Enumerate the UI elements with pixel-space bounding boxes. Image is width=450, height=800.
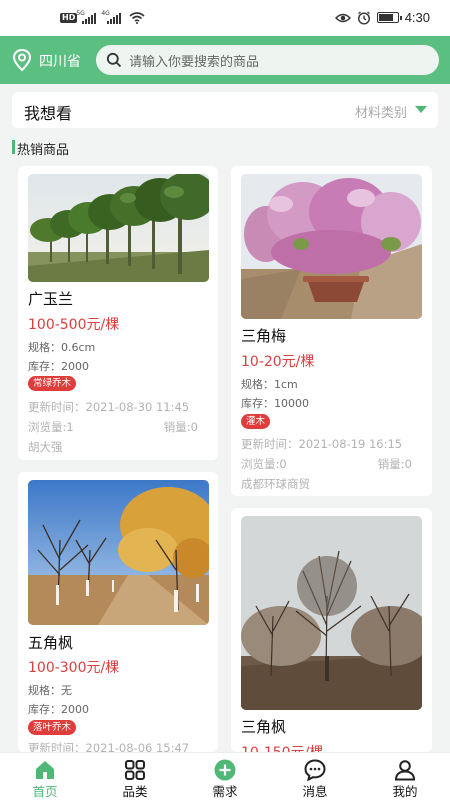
product-card[interactable]: 广玉兰 100-500元/棵 规格：0.6cm 库存：2000 常绿乔木 更新时… — [18, 166, 218, 460]
product-spec: 规格：1cm — [241, 378, 298, 391]
product-category-tag: 常绿乔木 — [28, 376, 77, 391]
product-stock: 库存：2000 — [28, 360, 89, 373]
product-image — [241, 174, 422, 319]
product-card[interactable]: 三角枫 10-150元/棵 — [231, 508, 432, 761]
user-icon — [394, 760, 416, 781]
dropdown-arrow-icon[interactable] — [415, 106, 427, 113]
grid-icon — [125, 760, 145, 780]
product-sales: 销量:0 — [163, 420, 198, 434]
home-icon — [36, 761, 54, 779]
search-icon — [106, 52, 122, 68]
network-5g-label: 5G — [76, 9, 85, 17]
product-price: 10-20元/棵 — [241, 354, 315, 370]
product-name: 三角枫 — [241, 718, 287, 736]
status-bar: HD 5G 4G 4:30 — [0, 0, 450, 36]
alarm-icon — [357, 10, 370, 25]
product-category-tag: 灌木 — [241, 414, 271, 429]
product-seller[interactable]: 胡大强 — [28, 439, 63, 455]
nav-profile[interactable]: 我的 — [360, 753, 450, 800]
product-views: 浏览量:0 — [241, 457, 287, 471]
product-price: 100-500元/棵 — [28, 317, 120, 333]
search-placeholder: 请输入你要搜索的商品 — [129, 54, 260, 70]
product-stock: 库存：10000 — [241, 397, 309, 410]
product-card[interactable]: 三角梅 10-20元/棵 规格：1cm 库存：10000 灌木 更新时间：202… — [231, 166, 432, 496]
section-title: 热销商品 — [17, 143, 70, 158]
product-image — [28, 480, 209, 625]
battery-icon — [376, 12, 402, 23]
product-name: 三角梅 — [241, 327, 287, 345]
status-right: 4:30 — [334, 10, 430, 25]
material-category-dropdown[interactable]: 材料类别 — [355, 102, 407, 121]
add-circle-icon — [214, 759, 236, 781]
nav-message-label: 消息 — [302, 784, 328, 799]
status-time: 4:30 — [404, 10, 430, 25]
bottom-nav: 首页 品类 需求 消息 我的 — [0, 752, 450, 800]
search-input[interactable]: 请输入你要搜索的商品 — [96, 45, 439, 75]
location-pin-icon[interactable] — [11, 48, 33, 72]
product-image — [241, 516, 422, 710]
nav-category[interactable]: 品类 — [90, 753, 180, 800]
product-sales: 销量:0 — [377, 457, 412, 471]
product-updated-time: 更新时间：2021-08-19 16:15 — [241, 437, 403, 451]
signal-4g-icon: 4G — [101, 10, 122, 24]
hd-badge: HD — [60, 13, 78, 23]
nav-home[interactable]: 首页 — [0, 753, 90, 800]
nav-message[interactable]: 消息 — [270, 753, 360, 800]
location-label[interactable]: 四川省 — [39, 51, 81, 71]
product-spec: 规格：无 — [28, 684, 72, 697]
product-name: 广玉兰 — [28, 290, 74, 308]
section-accent-bar — [12, 140, 15, 154]
message-icon — [304, 759, 326, 782]
product-price: 100-300元/棵 — [28, 660, 120, 676]
nav-demand[interactable]: 需求 — [180, 753, 270, 800]
signal-5g-icon: 5G — [76, 10, 97, 24]
product-image — [28, 174, 209, 282]
nav-demand-label: 需求 — [212, 784, 238, 799]
product-name: 五角枫 — [28, 634, 74, 652]
product-card[interactable]: 五角枫 100-300元/棵 规格：无 库存：2000 落叶乔木 更新时间：20… — [18, 472, 218, 755]
status-left: HD 5G 4G — [60, 10, 145, 24]
eye-icon — [334, 13, 351, 22]
want-bar: 我想看 材料类别 — [12, 92, 438, 128]
product-spec: 规格：0.6cm — [28, 341, 96, 354]
want-title: 我想看 — [24, 104, 73, 123]
nav-profile-label: 我的 — [392, 784, 418, 799]
wifi-icon — [129, 12, 145, 24]
product-views: 浏览量:1 — [28, 420, 74, 434]
product-category-tag: 落叶乔木 — [28, 720, 77, 735]
top-header: 四川省 请输入你要搜索的商品 — [0, 36, 450, 84]
nav-category-label: 品类 — [122, 784, 148, 799]
product-seller[interactable]: 成都环球商贸 — [241, 476, 310, 492]
nav-home-label: 首页 — [32, 784, 58, 799]
product-updated-time: 更新时间：2021-08-30 11:45 — [28, 400, 190, 414]
network-4g-label: 4G — [101, 9, 110, 17]
product-stock: 库存：2000 — [28, 703, 89, 716]
